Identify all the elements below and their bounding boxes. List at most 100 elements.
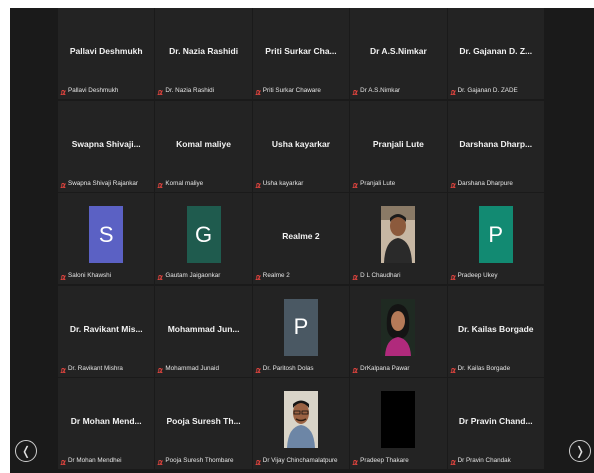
chevron-left-icon: ❬ <box>20 444 32 458</box>
participant-tile[interactable]: Pranjali Lute Pranjali Lute <box>350 100 447 192</box>
mic-muted-icon <box>449 179 456 188</box>
participant-tile[interactable]: Komal maliye Komal maliye <box>155 100 252 192</box>
participant-tile[interactable]: DrKalpana Pawar <box>350 285 447 377</box>
participant-avatar: S <box>89 206 124 263</box>
participant-tile[interactable]: Pallavi Deshmukh Pallavi Deshmukh <box>58 8 155 99</box>
participant-display-name: Dr Mohan Mend... <box>70 416 142 426</box>
participant-display-name: Priti Surkar Cha... <box>265 46 337 56</box>
participant-display-name: Usha kayarkar <box>271 138 331 149</box>
participant-tile[interactable]: Realme 2 Realme 2 <box>252 193 350 284</box>
participant-tile[interactable]: Dr Pravin Chand... Dr Pravin Chandak <box>447 378 544 469</box>
participant-tile[interactable]: Dr. Nazia Rashidi Dr. Nazia Rashidi <box>155 8 252 99</box>
participant-name-label: Dr. Ravikant Mishra <box>68 364 123 372</box>
mic-muted-icon <box>60 456 66 465</box>
participant-tile[interactable]: Dr. Ravikant Mis... Dr. Ravikant Mishra <box>58 285 155 377</box>
participant-tile[interactable]: Dr. Kailas Borgade Dr. Kailas Borgade <box>447 285 544 377</box>
participant-nameplate: Mohammad Junaid <box>157 364 249 373</box>
mic-muted-icon <box>157 179 164 188</box>
participant-nameplate: Dr. Gajanan D. ZADE <box>449 86 542 95</box>
participant-display-name: Dr. Gajanan D. Z... <box>459 46 533 56</box>
participant-name-label: Dr Vijay Chinchamalatpure <box>262 457 338 464</box>
participant-nameplate: Usha kayarkar <box>255 179 347 188</box>
participant-name-label: Pradeep Thakare <box>360 457 409 464</box>
participant-nameplate: Dr A.S.Nimkar <box>352 86 444 95</box>
participant-tile[interactable]: Pooja Suresh Th... Pooja Suresh Thombare <box>155 378 252 469</box>
participant-tile[interactable]: Mohammad Jun... Mohammad Junaid <box>155 285 252 377</box>
participant-name-label: Pranjali Lute <box>360 179 396 187</box>
mic-muted-icon <box>157 86 164 95</box>
mic-muted-icon <box>449 456 456 465</box>
next-page-button[interactable]: ❭ <box>569 440 591 462</box>
participant-tile[interactable]: Dr A.S.Nimkar Dr A.S.Nimkar <box>350 8 447 99</box>
participant-avatar: G <box>186 206 221 263</box>
previous-page-button[interactable]: ❬ <box>15 440 37 462</box>
woman-photo <box>381 298 416 356</box>
participant-nameplate: Dr. Kailas Borgade <box>449 364 542 373</box>
participant-nameplate: D L Chaudhari <box>352 271 444 280</box>
chevron-right-icon: ❭ <box>574 444 586 458</box>
participant-tile[interactable]: P Pradeep Ukey <box>447 193 544 284</box>
mic-muted-icon <box>255 456 261 465</box>
participant-tile[interactable]: Dr. Gajanan D. Z... Dr. Gajanan D. ZADE <box>447 8 544 99</box>
participant-name-label: Priti Surkar Chaware <box>262 87 321 94</box>
participant-tile[interactable]: Darshana Dharp... Darshana Dharpure <box>447 100 544 192</box>
participant-display-name: Realme 2 <box>282 231 320 241</box>
mic-muted-icon <box>352 364 359 373</box>
participant-name-label: Usha kayarkar <box>262 179 304 187</box>
participant-name-label: Komal maliye <box>165 179 204 187</box>
man-glasses-photo <box>283 391 318 448</box>
participant-nameplate: Pooja Suresh Thombare <box>157 456 249 465</box>
participant-name-label: Dr. Kailas Borgade <box>457 364 511 372</box>
video-gallery: Pallavi Deshmukh Pallavi Deshmukh Dr. Nazi… <box>10 8 594 473</box>
participant-name-label: Swapna Shivaji Rajankar <box>68 179 139 187</box>
mic-muted-icon <box>255 179 261 188</box>
mic-muted-icon <box>157 456 164 465</box>
participant-display-name: Dr. Ravikant Mis... <box>69 323 143 334</box>
participant-tile[interactable]: Swapna Shivaji... Swapna Shivaji Rajankar <box>58 100 155 192</box>
participant-name-label: Mohammad Junaid <box>165 364 219 372</box>
black-video <box>381 391 416 448</box>
participant-tile[interactable]: G Gautam Jaigaonkar <box>155 193 252 284</box>
participant-name-label: Darshana Dharpure <box>457 179 513 187</box>
participant-tile[interactable]: Priti Surkar Cha... Priti Surkar Chaware <box>252 8 350 99</box>
participant-name-label: Saloni Khawshi <box>68 272 112 279</box>
participant-tile[interactable]: Pradeep Thakare <box>350 378 447 469</box>
participant-nameplate: Komal maliye <box>157 179 249 188</box>
participant-nameplate: Priti Surkar Chaware <box>255 86 347 95</box>
participant-name-label: Dr A.S.Nimkar <box>360 87 401 94</box>
participant-avatar: P <box>283 298 318 356</box>
participant-nameplate: Pallavi Deshmukh <box>60 86 152 95</box>
participant-tile[interactable]: Usha kayarkar Usha kayarkar <box>252 100 350 192</box>
participant-nameplate: Dr Vijay Chinchamalatpure <box>255 456 347 465</box>
participant-display-name: Mohammad Jun... <box>167 323 240 334</box>
participant-nameplate: Pranjali Lute <box>352 179 444 188</box>
participant-nameplate: Pradeep Ukey <box>449 271 542 280</box>
mic-muted-icon <box>352 456 359 465</box>
mic-muted-icon <box>255 86 261 95</box>
mic-muted-icon <box>352 179 359 188</box>
participant-nameplate: Saloni Khawshi <box>60 271 152 280</box>
participant-name-label: Realme 2 <box>262 272 290 279</box>
participant-display-name: Darshana Dharp... <box>459 138 533 149</box>
participant-display-name: Dr. Nazia Rashidi <box>169 46 239 56</box>
participant-tile[interactable]: Dr Vijay Chinchamalatpure <box>252 378 350 469</box>
mic-muted-icon <box>255 271 261 280</box>
mic-muted-icon <box>255 364 261 373</box>
participant-name-label: DrKalpana Pawar <box>360 364 410 372</box>
man-photo <box>381 206 416 263</box>
participant-name-label: D L Chaudhari <box>360 272 401 279</box>
participant-display-name: Swapna Shivaji... <box>71 138 141 149</box>
participant-tile[interactable]: D L Chaudhari <box>350 193 447 284</box>
participant-display-name: Komal maliye <box>176 138 231 149</box>
participant-nameplate: Dr. Nazia Rashidi <box>157 86 249 95</box>
participant-display-name: Dr Pravin Chand... <box>458 416 533 426</box>
participant-display-name: Pallavi Deshmukh <box>69 46 143 56</box>
mic-muted-icon <box>449 364 456 373</box>
participant-tile[interactable]: P Dr. Paritosh Dolas <box>252 285 350 377</box>
participant-name-label: Dr. Paritosh Dolas <box>262 364 314 372</box>
participant-name-label: Dr Pravin Chandak <box>457 457 511 464</box>
participant-tile[interactable]: Dr Mohan Mend... Dr Mohan Mendhei <box>58 378 155 469</box>
mic-muted-icon <box>157 364 164 373</box>
participant-nameplate: Dr Mohan Mendhei <box>60 456 152 465</box>
participant-tile[interactable]: S Saloni Khawshi <box>58 193 155 284</box>
